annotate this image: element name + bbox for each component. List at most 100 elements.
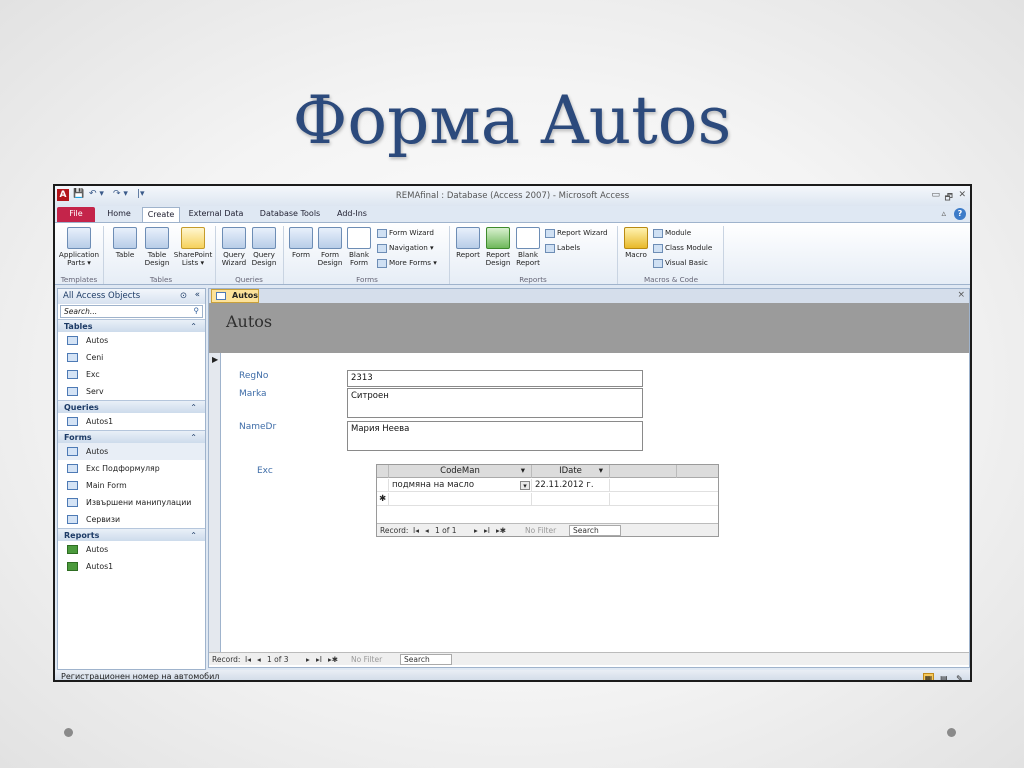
record-position[interactable]: 1 of 3: [267, 653, 289, 666]
nav-pane-header[interactable]: All Access Objects ⊙ «: [58, 289, 205, 304]
blank-form-icon: [347, 227, 371, 249]
table-design-button[interactable]: Table Design: [141, 227, 173, 267]
tab-database-tools[interactable]: Database Tools: [255, 207, 325, 222]
report-design-button[interactable]: Report Design: [483, 227, 513, 267]
record-selector[interactable]: ▶: [209, 353, 221, 652]
nav-item-form-manipulations[interactable]: Извършени манипулации: [58, 494, 205, 511]
first-record-icon[interactable]: I◂: [245, 653, 251, 666]
nav-section-reports[interactable]: Reports ⌃: [58, 528, 205, 541]
form-wizard-button[interactable]: Form Wizard: [377, 228, 434, 238]
form-label: Form: [291, 250, 311, 259]
nav-item-form-autos[interactable]: Autos: [58, 443, 205, 460]
nav-search-input[interactable]: Search... ⚲: [60, 305, 203, 318]
report-wizard-button[interactable]: Report Wizard: [545, 228, 608, 238]
combo-dropdown-icon[interactable]: ▾: [520, 481, 530, 490]
nav-item-table-autos[interactable]: Autos: [58, 332, 205, 349]
chevron-up-icon[interactable]: ⌃: [190, 322, 197, 331]
previous-record-icon[interactable]: ◂: [425, 524, 429, 537]
nav-item-query-autos1[interactable]: Autos1: [58, 413, 205, 430]
nav-section-queries[interactable]: Queries ⌃: [58, 400, 205, 413]
minimize-ribbon-icon[interactable]: ▵: [941, 209, 946, 219]
new-record-nav-icon[interactable]: ▸✱: [328, 653, 338, 666]
form-view-icon[interactable]: ▦: [922, 673, 934, 680]
visual-basic-button[interactable]: Visual Basic: [653, 258, 708, 268]
nav-item-report-autos[interactable]: Autos: [58, 541, 205, 558]
last-record-icon[interactable]: ▸I: [316, 653, 322, 666]
new-record-nav-icon[interactable]: ▸✱: [496, 524, 506, 537]
form-design-button[interactable]: Form Design: [315, 227, 345, 267]
nav-dropdown-icon[interactable]: ⊙: [180, 291, 187, 301]
tab-external-data[interactable]: External Data: [185, 207, 247, 222]
close-button[interactable]: ✕: [958, 190, 966, 200]
record-search-input[interactable]: Search: [400, 654, 452, 665]
nav-item-form-exc-subform[interactable]: Exc Подформуляр: [58, 460, 205, 477]
sort-dropdown-icon[interactable]: ▾: [521, 465, 525, 478]
application-parts-button[interactable]: Application Parts ▾: [57, 227, 101, 267]
document-tab-autos[interactable]: Autos: [211, 289, 259, 303]
codeman-cell[interactable]: подмяна на масло ▾: [389, 479, 532, 492]
tab-home[interactable]: Home: [101, 207, 137, 222]
next-record-icon[interactable]: ▸: [474, 524, 478, 537]
design-view-icon[interactable]: ✎: [954, 674, 965, 680]
sort-dropdown-icon[interactable]: ▾: [599, 465, 603, 478]
query-wizard-button[interactable]: Query Wizard: [219, 227, 249, 267]
report-button[interactable]: Report: [453, 227, 483, 259]
record-search-input[interactable]: Search: [569, 525, 621, 536]
nav-section-forms[interactable]: Forms ⌃: [58, 430, 205, 443]
nav-item-report-autos1[interactable]: Autos1: [58, 558, 205, 575]
chevron-up-icon[interactable]: ⌃: [190, 433, 197, 442]
tab-create[interactable]: Create: [142, 207, 180, 222]
minimize-button[interactable]: ▭: [931, 190, 940, 200]
regno-field[interactable]: 2313: [347, 370, 643, 387]
idate-cell[interactable]: 22.11.2012 г.: [532, 479, 610, 492]
codeman-new-cell[interactable]: [389, 493, 532, 506]
class-module-button[interactable]: Class Module: [653, 243, 712, 253]
nav-item-table-exc[interactable]: Exc: [58, 366, 205, 383]
new-record-row[interactable]: ✱: [377, 493, 718, 506]
close-document-icon[interactable]: ×: [957, 290, 965, 300]
nav-item-form-main-form[interactable]: Main Form: [58, 477, 205, 494]
table-button[interactable]: Table: [109, 227, 141, 259]
tab-file[interactable]: File: [57, 207, 95, 222]
no-filter-button[interactable]: No Filter: [351, 653, 382, 666]
blank-report-button[interactable]: Blank Report: [513, 227, 543, 267]
navigation-button[interactable]: Navigation ▾: [377, 243, 434, 253]
layout-view-icon[interactable]: ▤: [938, 674, 949, 680]
form-header: Autos: [209, 303, 969, 353]
previous-record-icon[interactable]: ◂: [257, 653, 261, 666]
blank-form-button[interactable]: Blank Form: [345, 227, 373, 267]
record-position[interactable]: 1 of 1: [435, 524, 457, 537]
module-button[interactable]: Module: [653, 228, 691, 238]
nav-item-table-ceni[interactable]: Ceni: [58, 349, 205, 366]
nav-section-tables[interactable]: Tables ⌃: [58, 319, 205, 332]
nav-item-form-services[interactable]: Сервизи: [58, 511, 205, 528]
form-button[interactable]: Form: [287, 227, 315, 259]
first-record-icon[interactable]: I◂: [413, 524, 419, 537]
marka-field[interactable]: Ситроен: [347, 388, 643, 418]
next-record-icon[interactable]: ▸: [306, 653, 310, 666]
help-icon[interactable]: ?: [954, 208, 966, 220]
shutter-bar-close-icon[interactable]: «: [195, 290, 200, 300]
class-module-icon: [653, 243, 663, 253]
exc-subform: CodeMan ▾ IDate ▾ подмяна на масло ▾ 22.11.…: [376, 464, 719, 537]
column-header-idate[interactable]: IDate ▾: [532, 465, 610, 478]
nav-item-table-serv[interactable]: Serv: [58, 383, 205, 400]
no-filter-button[interactable]: No Filter: [525, 524, 556, 537]
subform-select-all[interactable]: [377, 465, 389, 478]
search-icon[interactable]: ⚲: [194, 306, 200, 315]
form-icon: [67, 515, 78, 524]
sharepoint-lists-button[interactable]: SharePoint Lists ▾: [173, 227, 213, 267]
last-record-icon[interactable]: ▸I: [484, 524, 490, 537]
chevron-up-icon[interactable]: ⌃: [190, 531, 197, 540]
more-forms-button[interactable]: More Forms ▾: [377, 258, 437, 268]
tab-add-ins[interactable]: Add-Ins: [333, 207, 371, 222]
restore-button[interactable]: 🗗: [945, 190, 953, 206]
column-header-codeman[interactable]: CodeMan ▾: [389, 465, 532, 478]
namedr-field[interactable]: Мария Неева: [347, 421, 643, 451]
query-design-button[interactable]: Query Design: [249, 227, 279, 267]
chevron-up-icon[interactable]: ⌃: [190, 403, 197, 412]
labels-button[interactable]: Labels: [545, 243, 580, 253]
idate-new-cell[interactable]: [532, 493, 610, 506]
macro-button[interactable]: Macro: [621, 227, 651, 259]
row-selector[interactable]: [377, 479, 389, 492]
